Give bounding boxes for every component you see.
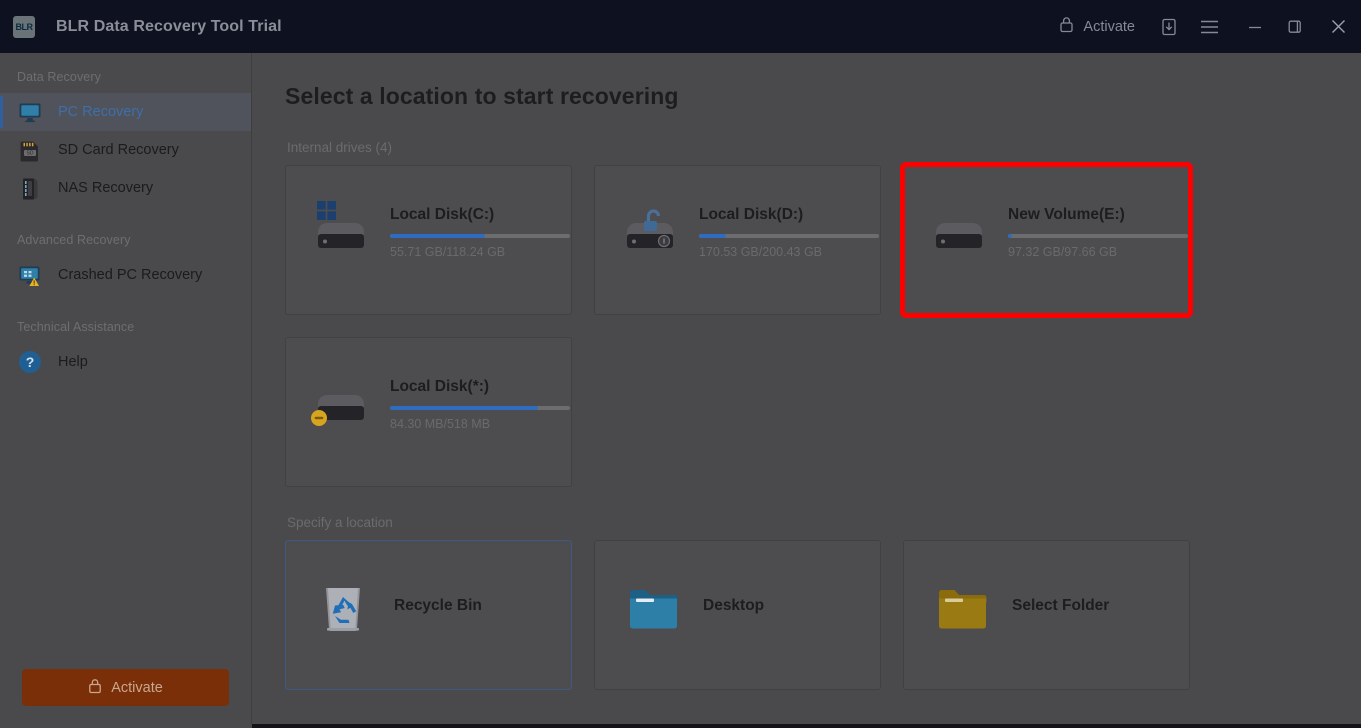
bitlocker-unlocked-badge	[644, 209, 661, 231]
internal-drives-label: Internal drives (4)	[287, 140, 393, 155]
sidebar-activate-wrap: Activate	[0, 669, 251, 728]
sidebar-nav: Data Recovery PC Recovery SD SD Card Rec…	[0, 53, 251, 669]
minimize-icon[interactable]	[1235, 0, 1275, 53]
drive-size: 55.71 GB/118.24 GB	[390, 245, 506, 259]
refresh-icon[interactable]	[689, 88, 706, 105]
titlebar-activate-button[interactable]: Activate	[1045, 0, 1149, 53]
drive-usage-fill	[1008, 234, 1012, 238]
drive-name: Local Disk(D:)	[699, 206, 804, 223]
location-card-desktop[interactable]: Desktop	[594, 540, 881, 690]
title-bar: BLR BLR Data Recovery Tool Trial Activat…	[0, 0, 1361, 53]
help-question-icon: ?	[17, 349, 43, 375]
window-body: Data Recovery PC Recovery SD SD Card Rec…	[0, 53, 1361, 728]
specify-location-grid: Recycle Bin Desktop Select Folder	[285, 540, 1335, 690]
hard-drive-icon	[308, 370, 374, 432]
yellow-folder-icon	[936, 583, 992, 635]
drive-usage-bar	[390, 234, 570, 238]
sidebar-group-label: Technical Assistance	[17, 320, 135, 334]
crashed-pc-icon	[17, 262, 43, 288]
drive-name: Local Disk(C:)	[390, 206, 495, 223]
close-icon[interactable]	[1315, 0, 1361, 53]
location-label: Recycle Bin	[394, 597, 482, 614]
sd-card-icon: SD	[17, 137, 43, 163]
drive-size: 84.30 MB/518 MB	[390, 417, 491, 431]
sidebar: Data Recovery PC Recovery SD SD Card Rec…	[0, 53, 252, 728]
page-title: Select a location to start recovering	[285, 83, 1361, 110]
drive-info: Local Disk(*:) 84.30 MB/518 MB	[390, 370, 570, 431]
drive-card-new-volume-e[interactable]: New Volume(E:) 97.32 GB/97.66 GB	[900, 162, 1193, 318]
titlebar-activate-label: Activate	[1083, 18, 1135, 35]
hamburger-menu-icon[interactable]	[1189, 0, 1229, 53]
warning-badge	[311, 410, 327, 426]
drive-card-local-disk-d[interactable]: Local Disk(D:) 170.53 GB/200.43 GB	[594, 165, 881, 315]
svg-text:?: ?	[26, 354, 35, 370]
sidebar-activate-button[interactable]: Activate	[22, 669, 229, 706]
drive-usage-fill	[699, 234, 726, 238]
sidebar-item-help[interactable]: ? Help	[0, 343, 251, 381]
drive-usage-bar	[1008, 234, 1188, 238]
svg-text:SD: SD	[27, 151, 34, 157]
maximize-restore-icon[interactable]	[1275, 0, 1315, 53]
location-label: Desktop	[703, 597, 765, 614]
drive-usage-fill	[390, 234, 486, 238]
monitor-icon	[17, 99, 43, 125]
drive-size: 170.53 GB/200.43 GB	[699, 245, 823, 259]
specify-location-label: Specify a location	[287, 515, 393, 530]
sidebar-activate-label: Activate	[111, 679, 163, 696]
sidebar-group-label: Data Recovery	[17, 70, 101, 84]
location-card-recycle-bin[interactable]: Recycle Bin	[285, 540, 572, 690]
drive-name: New Volume(E:)	[1008, 206, 1125, 223]
sidebar-item-pc-recovery[interactable]: PC Recovery	[0, 93, 251, 131]
sidebar-bottom-filler	[0, 724, 252, 728]
sidebar-item-label: Help	[58, 354, 88, 370]
drive-card-local-disk-asterisk[interactable]: Local Disk(*:) 84.30 MB/518 MB	[285, 337, 572, 487]
application-window: BLR BLR Data Recovery Tool Trial Activat…	[0, 0, 1361, 728]
location-card-select-folder[interactable]: Select Folder	[903, 540, 1190, 690]
drive-info: Local Disk(C:) 55.71 GB/118.24 GB	[390, 198, 570, 259]
sidebar-group-label: Advanced Recovery	[17, 233, 131, 247]
drive-info: New Volume(E:) 97.32 GB/97.66 GB	[1008, 198, 1188, 259]
sidebar-item-label: SD Card Recovery	[58, 142, 179, 158]
location-label: Select Folder	[1012, 597, 1110, 614]
hard-drive-icon	[308, 198, 374, 260]
sidebar-item-label: PC Recovery	[58, 104, 144, 120]
drive-name: Local Disk(*:)	[390, 378, 490, 395]
app-logo: BLR	[13, 15, 35, 38]
drive-info: Local Disk(D:) 170.53 GB/200.43 GB	[699, 198, 879, 259]
lock-icon	[88, 678, 102, 698]
drive-usage-bar	[390, 406, 570, 410]
lock-icon	[1059, 16, 1074, 37]
window-controls: Activate	[1045, 0, 1361, 53]
internal-drives-grid: Local Disk(C:) 55.71 GB/118.24 GB Local …	[285, 162, 1335, 487]
bottom-status-strip	[252, 724, 1361, 728]
main-content: Select a location to start recovering In…	[252, 53, 1361, 728]
blue-folder-icon	[627, 583, 683, 635]
sidebar-item-label: NAS Recovery	[58, 180, 154, 196]
drive-usage-bar	[699, 234, 879, 238]
sidebar-item-sd-card-recovery[interactable]: SD SD Card Recovery	[0, 131, 251, 169]
nas-server-icon	[17, 175, 43, 201]
sidebar-item-label: Crashed PC Recovery	[58, 267, 203, 283]
recycle-bin-icon	[318, 583, 374, 635]
sidebar-item-crashed-pc-recovery[interactable]: Crashed PC Recovery	[0, 256, 251, 294]
page-title-text: Select a location to start recovering	[285, 83, 679, 109]
hard-drive-icon	[617, 198, 683, 260]
download-install-icon[interactable]	[1149, 0, 1189, 53]
app-title: BLR Data Recovery Tool Trial	[56, 17, 282, 35]
drive-usage-fill	[390, 406, 538, 410]
hard-drive-icon	[926, 198, 992, 260]
sidebar-item-nas-recovery[interactable]: NAS Recovery	[0, 169, 251, 207]
drive-card-local-disk-c[interactable]: Local Disk(C:) 55.71 GB/118.24 GB	[285, 165, 572, 315]
windows-logo-badge	[317, 201, 336, 220]
drive-size: 97.32 GB/97.66 GB	[1008, 245, 1118, 259]
